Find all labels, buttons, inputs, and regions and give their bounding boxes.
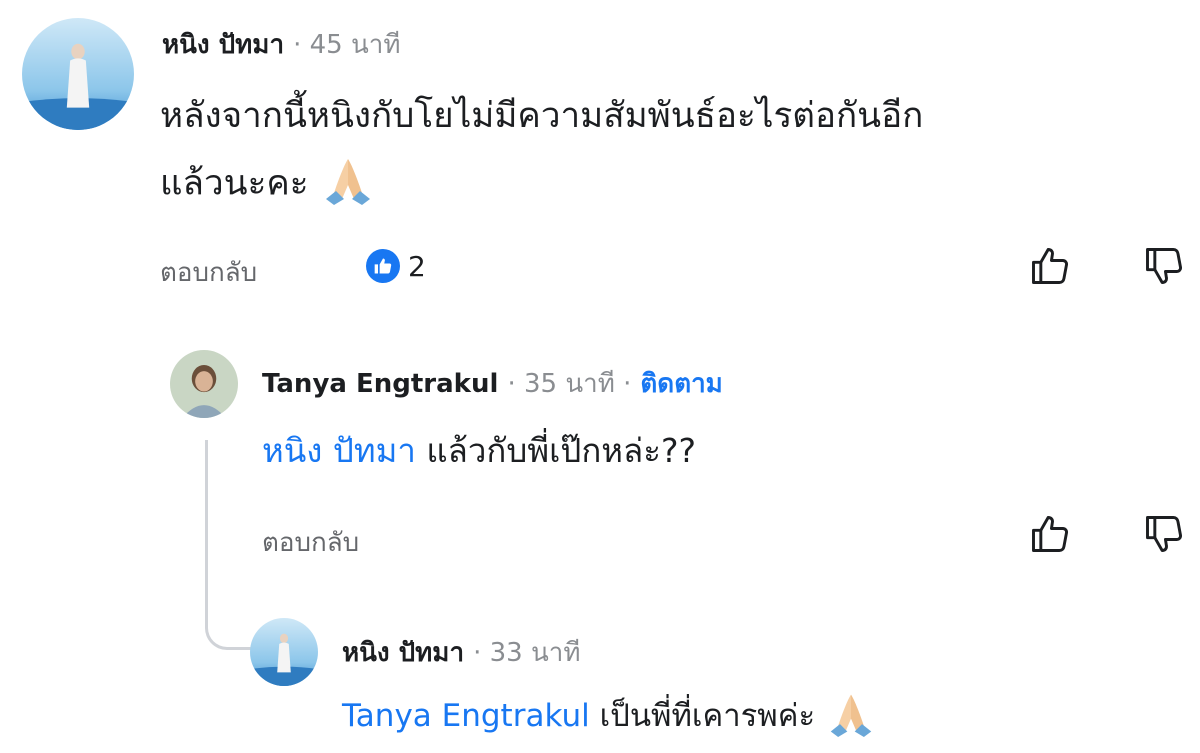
comment-text: Tanya Engtrakul เป็นพี่ที่เคารพค่ะ	[342, 690, 877, 745]
folded-hands-emoji	[825, 691, 877, 745]
thumbs-down-outline-icon[interactable]	[1142, 512, 1186, 556]
comment-author[interactable]: หนิง ปัทมา · 45 นาที	[162, 24, 401, 65]
reaction-count: 2	[408, 249, 426, 283]
comment-time: · 33 นาที	[473, 638, 581, 668]
mention-link[interactable]: Tanya Engtrakul	[342, 698, 590, 734]
like-reaction-icon	[366, 249, 400, 283]
thumbs-up-outline-icon[interactable]	[1028, 512, 1072, 556]
avatar[interactable]	[22, 18, 134, 130]
comment-author[interactable]: หนิง ปัทมา · 33 นาที	[342, 632, 581, 673]
thumbs-up-outline-icon[interactable]	[1028, 244, 1072, 288]
reply-link[interactable]: ตอบกลับ	[262, 522, 359, 563]
comment-text: หลังจากนี้หนิงกับโยไม่มีความสัมพันธ์อะไร…	[160, 96, 924, 136]
reply-link[interactable]: ตอบกลับ	[160, 252, 257, 293]
comment-time: · 35 นาที ·	[507, 369, 632, 399]
reaction-summary[interactable]: 2	[366, 249, 426, 283]
avatar[interactable]	[170, 350, 238, 418]
thumbs-down-outline-icon[interactable]	[1142, 244, 1186, 288]
comment-author[interactable]: Tanya Engtrakul · 35 นาที · ติดตาม	[262, 363, 723, 404]
folded-hands-emoji	[320, 155, 376, 214]
mention-link[interactable]: หนิง ปัทมา	[262, 431, 416, 470]
comment-text: แล้วนะคะ	[160, 155, 376, 214]
thread-connector	[205, 440, 257, 650]
comment-text: หนิง ปัทมา แล้วกับพี่เป๊กหล่ะ??	[262, 431, 697, 470]
avatar[interactable]	[250, 618, 318, 686]
comment-time: · 45 นาที	[293, 30, 401, 60]
follow-button[interactable]: ติดตาม	[640, 369, 722, 399]
